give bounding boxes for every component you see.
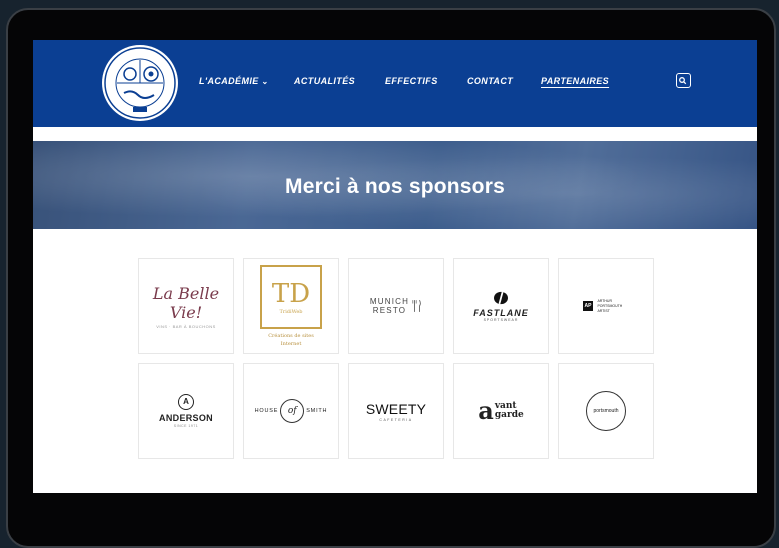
sweety-name: SWEETY [365, 400, 427, 417]
anderson-since: SINCE 1971 [173, 424, 199, 428]
sponsor-card-la-belle-vie[interactable]: La Belle Vie! VINS · BAR À BOUCHONS [138, 258, 234, 354]
site-header: L'ACADÉMIE ⌄ ACTUALITÉS EFFECTIFS CONTAC… [33, 40, 757, 127]
ap-name: ARTHUR PORTSMOUTH ARTIST [597, 298, 623, 313]
sponsor-card-house-of-smith[interactable]: HOUSE of SMITH [243, 363, 339, 459]
header-spacer [33, 127, 757, 141]
ap-logo: AP ARTHUR PORTSMOUTH ARTIST [582, 298, 630, 314]
menu-item-academie[interactable]: L'ACADÉMIE ⌄ [199, 76, 269, 86]
sponsor-card-portsmouth[interactable]: portsmouth [558, 363, 654, 459]
page-title: Merci à nos sponsors [285, 175, 505, 198]
menu-item-academie-label: L'ACADÉMIE [199, 76, 259, 86]
menu-item-partenaires[interactable]: PARTENAIRES [541, 76, 609, 86]
avant-garde-logo: a vant garde [478, 399, 523, 423]
menu-item-effectifs[interactable]: EFFECTIFS [385, 76, 438, 86]
munich-name: MUNICH [369, 297, 410, 306]
munich-sub: RESTO [372, 306, 407, 315]
portsmouth-logo: portsmouth [586, 391, 626, 431]
hero-banner: Merci à nos sponsors [33, 141, 757, 229]
munich-logo: MUNICH RESTO [370, 297, 422, 315]
avant-garde-garde: garde [494, 410, 524, 420]
sponsor-card-sweety[interactable]: SWEETY CAFETERIA [348, 363, 444, 459]
anderson-name: ANDERSON [159, 413, 213, 423]
tridiweb-monogram: TD [271, 278, 311, 309]
academy-logo[interactable] [100, 43, 180, 123]
chevron-down-icon: ⌄ [261, 77, 269, 86]
sweety-sub: CAFETERIA [379, 417, 413, 422]
sponsor-logo-text: La Belle Vie! [152, 283, 220, 322]
avant-garde-a: a [478, 396, 494, 425]
portsmouth-name: portsmouth [593, 408, 619, 414]
tridiweb-name: TridiWeb [279, 308, 303, 315]
sponsor-card-arthur-portsmouth[interactable]: AP ARTHUR PORTSMOUTH ARTIST [558, 258, 654, 354]
menu-item-contact[interactable]: CONTACT [467, 76, 513, 86]
search-button[interactable] [676, 73, 691, 88]
sponsor-card-tridiweb[interactable]: TD TridiWeb Créations de sites Internet [243, 258, 339, 354]
fastlane-icon [494, 291, 508, 304]
fastlane-name: FASTLANE [473, 307, 529, 318]
sponsor-logo-subtext: VINS · BAR À BOUCHONS [156, 323, 216, 329]
hos-smith: SMITH [306, 408, 328, 414]
website-screen: L'ACADÉMIE ⌄ ACTUALITÉS EFFECTIFS CONTAC… [33, 40, 757, 493]
sponsor-card-munich-resto[interactable]: MUNICH RESTO [348, 258, 444, 354]
search-icon [679, 77, 687, 85]
tridiweb-tagline: Créations de sites Internet [268, 332, 314, 347]
hos-of: of [280, 399, 305, 423]
tridiweb-logo-frame: TD TridiWeb [260, 264, 322, 329]
ap-monogram: AP [582, 301, 594, 311]
hos-house: HOUSE [254, 408, 279, 414]
sponsor-card-fastlane[interactable]: FASTLANE SPORTSWEAR [453, 258, 549, 354]
fork-knife-icon [412, 299, 421, 312]
house-of-smith-logo: HOUSE of SMITH [255, 399, 328, 423]
sponsor-card-avant-garde[interactable]: a vant garde [453, 363, 549, 459]
anderson-monogram: A [178, 394, 194, 410]
sponsor-card-anderson[interactable]: A ANDERSON SINCE 1971 [138, 363, 234, 459]
fastlane-sub: SPORTSWEAR [483, 317, 519, 322]
menu-item-actualites[interactable]: ACTUALITÉS [294, 76, 355, 86]
